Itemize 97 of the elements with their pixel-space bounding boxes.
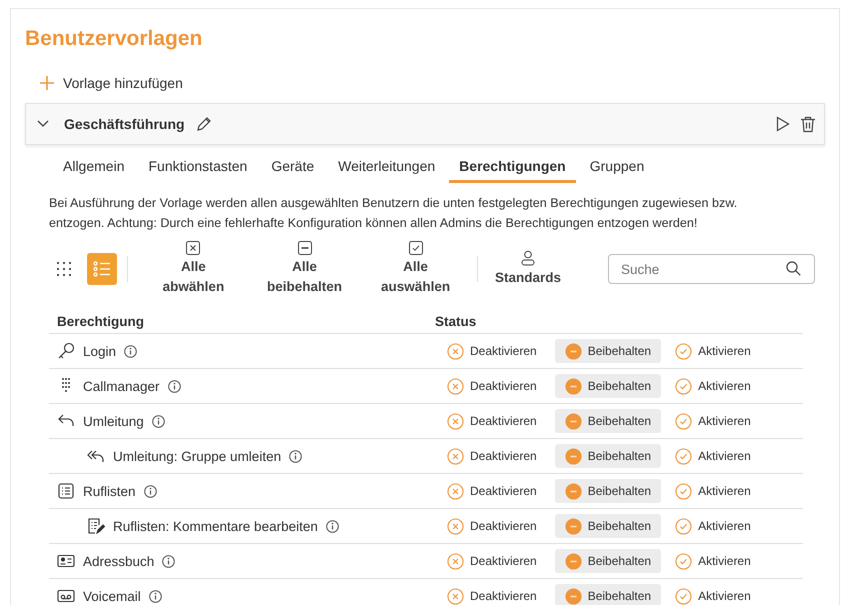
list-icon bbox=[57, 482, 75, 500]
minus-circle-icon bbox=[564, 412, 582, 430]
deactivate-option[interactable]: Deaktivieren bbox=[443, 374, 545, 398]
info-icon[interactable] bbox=[168, 380, 181, 392]
check-circle-icon bbox=[675, 518, 692, 534]
activate-option[interactable]: Aktivieren bbox=[671, 409, 759, 433]
minus-circle-icon bbox=[564, 378, 582, 394]
check-circle-icon bbox=[675, 342, 692, 360]
x-circle-icon bbox=[447, 552, 464, 570]
keep-option[interactable]: Beibehalten bbox=[554, 514, 662, 538]
person-icon bbox=[520, 250, 536, 266]
key-icon bbox=[57, 342, 75, 360]
info-icon[interactable] bbox=[326, 520, 339, 532]
activate-option[interactable]: Aktivieren bbox=[671, 549, 759, 573]
tab[interactable]: Funktionstasten bbox=[138, 157, 258, 183]
minus-circle-icon bbox=[564, 482, 582, 500]
voicemail-icon bbox=[57, 587, 75, 605]
x-circle-icon bbox=[447, 482, 464, 500]
keep-option[interactable]: Beibehalten bbox=[554, 409, 662, 433]
bulk-action-button[interactable]: Alle beibehalten bbox=[252, 241, 356, 297]
keep-option[interactable]: Beibehalten bbox=[554, 339, 662, 363]
template-name: Geschäftsführung bbox=[64, 116, 185, 132]
check-circle-icon bbox=[675, 378, 692, 394]
permission-name: Voicemail bbox=[83, 588, 141, 604]
bulk-action-button[interactable]: Alle auswählen bbox=[364, 241, 468, 297]
pencil-icon[interactable] bbox=[194, 116, 212, 132]
info-icon[interactable] bbox=[152, 414, 165, 428]
defaults-button[interactable]: Standards bbox=[488, 250, 568, 288]
activate-option[interactable]: Aktivieren bbox=[671, 514, 759, 538]
tab[interactable]: Berechtigungen bbox=[449, 157, 576, 183]
deactivate-option[interactable]: Deaktivieren bbox=[443, 444, 545, 468]
contact-card-icon bbox=[57, 552, 75, 570]
info-icon[interactable] bbox=[289, 450, 302, 462]
description-text: Bei Ausführung der Vorlage werden allen ausgewählten Benutzern die unten festgelegten Berechtigungen zugewiesen bzw. entzogen. Achtung: Durch eine fehlerhafte Konfiguration können allen Admins die Berechtigungen entzogen werden! bbox=[49, 195, 738, 232]
x-circle-icon bbox=[447, 448, 464, 464]
bulk-action-button[interactable]: Alle abwählen bbox=[142, 241, 245, 297]
check-circle-icon bbox=[675, 482, 692, 500]
plus-icon bbox=[39, 75, 55, 91]
info-icon[interactable] bbox=[124, 344, 138, 358]
add-template-button[interactable]: Vorlage hinzufügen bbox=[39, 71, 183, 95]
activate-option[interactable]: Aktivieren bbox=[671, 479, 759, 503]
tab[interactable]: Gruppen bbox=[580, 157, 654, 183]
x-box-icon bbox=[186, 241, 200, 255]
minus-circle-icon bbox=[564, 518, 582, 534]
deactivate-option[interactable]: Deaktivieren bbox=[443, 339, 545, 363]
list-icon bbox=[92, 261, 111, 277]
info-icon[interactable] bbox=[144, 484, 157, 498]
search-icon[interactable] bbox=[786, 261, 802, 276]
deactivate-option[interactable]: Deaktivieren bbox=[443, 549, 545, 573]
minus-circle-icon bbox=[564, 588, 582, 604]
x-circle-icon bbox=[447, 378, 464, 394]
permission-name: Umleitung: Gruppe umleiten bbox=[113, 448, 282, 464]
permission-name: Callmanager bbox=[83, 378, 160, 394]
check-circle-icon bbox=[675, 448, 692, 464]
keep-option[interactable]: Beibehalten bbox=[554, 374, 662, 398]
minus-circle-icon bbox=[564, 448, 582, 464]
minus-circle-icon bbox=[564, 342, 582, 360]
activate-option[interactable]: Aktivieren bbox=[671, 339, 759, 363]
permission-name: Ruflisten bbox=[83, 484, 136, 498]
check-circle-icon bbox=[675, 552, 692, 570]
permission-name: Login bbox=[83, 344, 116, 358]
deactivate-option[interactable]: Deaktivieren bbox=[443, 479, 545, 503]
permission-name: Adressbuch bbox=[83, 554, 154, 568]
trash-icon[interactable] bbox=[800, 116, 816, 132]
check-box-icon bbox=[408, 241, 423, 255]
tab[interactable]: Geräte bbox=[261, 157, 324, 183]
column-header: Status bbox=[435, 314, 476, 328]
minus-box-icon bbox=[298, 241, 312, 255]
list-edit-icon bbox=[87, 517, 105, 535]
x-circle-icon bbox=[447, 412, 464, 430]
info-icon[interactable] bbox=[162, 554, 176, 568]
permission-name: Ruflisten: Kommentare bearbeiten bbox=[113, 518, 318, 534]
keep-option[interactable]: Beibehalten bbox=[554, 479, 662, 503]
deactivate-option[interactable]: Deaktivieren bbox=[443, 584, 545, 605]
tab[interactable]: Allgemein bbox=[53, 157, 134, 183]
keep-option[interactable]: Beibehalten bbox=[554, 584, 662, 605]
deactivate-option[interactable]: Deaktivieren bbox=[443, 514, 545, 538]
column-header: Berechtigung bbox=[56, 314, 146, 328]
minus-circle-icon bbox=[564, 552, 582, 570]
x-circle-icon bbox=[447, 588, 464, 604]
activate-option[interactable]: Aktivieren bbox=[671, 444, 759, 468]
page-title: Benutzervorlagen bbox=[25, 26, 204, 51]
check-circle-icon bbox=[675, 588, 692, 604]
activate-option[interactable]: Aktivieren bbox=[671, 374, 759, 398]
grid-icon bbox=[56, 261, 72, 277]
keep-option[interactable]: Beibehalten bbox=[554, 549, 662, 573]
tab[interactable]: Weiterleitungen bbox=[328, 157, 446, 183]
check-circle-icon bbox=[675, 412, 692, 430]
deactivate-option[interactable]: Deaktivieren bbox=[443, 409, 545, 433]
x-circle-icon bbox=[447, 518, 464, 534]
keep-option[interactable]: Beibehalten bbox=[554, 444, 662, 468]
activate-option[interactable]: Aktivieren bbox=[671, 584, 759, 605]
search-field[interactable]: Suche bbox=[608, 254, 816, 284]
permission-name: Umleitung bbox=[83, 414, 144, 428]
x-circle-icon bbox=[447, 342, 464, 360]
info-icon[interactable] bbox=[148, 590, 162, 602]
play-icon[interactable] bbox=[776, 116, 790, 132]
